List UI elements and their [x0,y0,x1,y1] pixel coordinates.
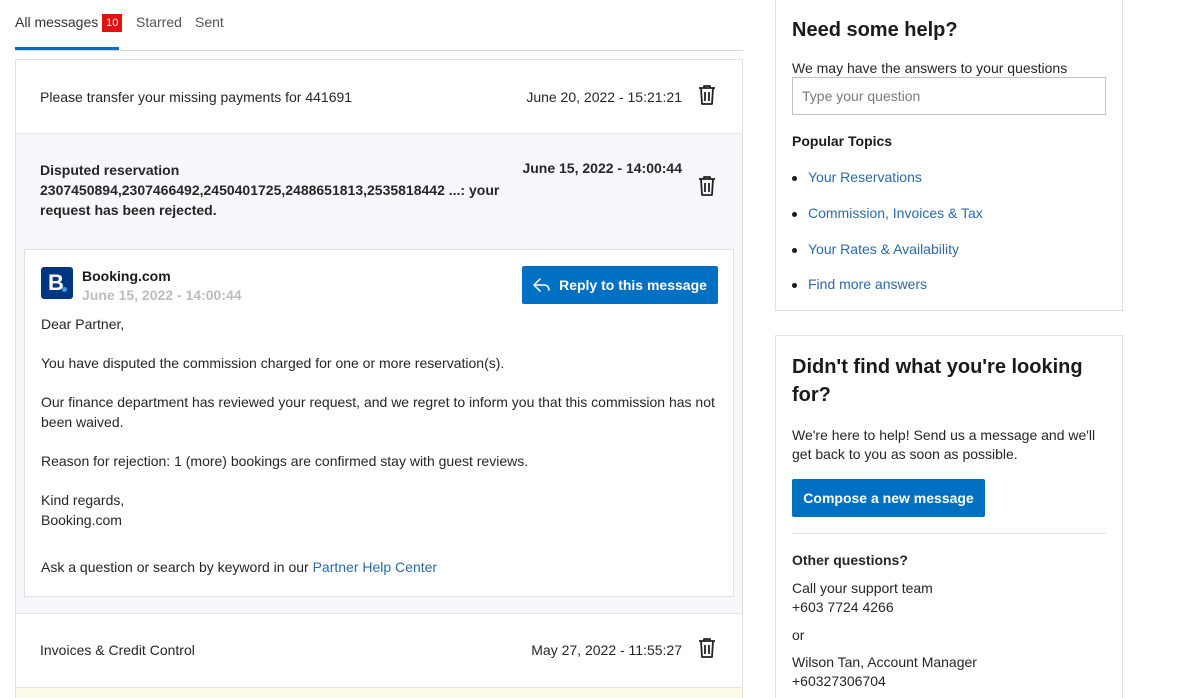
sign-off: Kind regards, [41,492,125,508]
help-title: Need some help? [792,19,958,41]
sign-off-name: Booking.com [41,512,122,528]
message-list: Please transfer your missing payments fo… [15,59,743,698]
topic-link-find-more[interactable]: Find more answers [791,276,927,292]
booking-logo: B [41,267,73,299]
trash-icon[interactable] [697,637,717,659]
popular-topics-title: Popular Topics [792,133,893,149]
compose-message-button[interactable]: Compose a new message [792,479,985,517]
message-subject[interactable]: Disputed reservation 2307450894,23074664… [40,160,510,220]
message-body-card: B Booking.com June 15, 2022 - 14:00:44 R… [24,249,734,597]
active-tab-indicator [15,47,119,50]
partner-help-center-link[interactable]: Partner Help Center [313,559,438,575]
message-row-expanded: Disputed reservation 2307450894,23074664… [16,134,742,614]
unread-count-badge: 10 [102,14,123,33]
reply-button-label: Reply to this message [559,277,707,293]
message-date: June 15, 2022 - 14:00:44 [522,160,682,176]
trash-icon[interactable] [697,175,717,197]
support-phone: +603 7724 4266 [792,599,894,615]
account-manager-phone: +60327306704 [792,673,886,689]
greeting: Dear Partner, [41,316,125,332]
tab-sent[interactable]: Sent [195,14,224,30]
message-row[interactable]: Invoices & Credit Control May 27, 2022 -… [16,614,742,688]
message-row[interactable] [16,688,742,698]
message-date: May 27, 2022 - 11:55:27 [531,642,682,658]
account-manager-name: Wilson Tan, Account Manager [792,654,977,670]
tab-all-messages[interactable]: All messages 10 [15,14,123,33]
trash-icon[interactable] [697,84,717,106]
help-panel: Need some help? We may have the answers … [775,0,1123,311]
topic-link-rates[interactable]: Your Rates & Availability [792,241,959,257]
sender-name: Booking.com [82,268,171,284]
divider [792,533,1106,534]
help-center-footer: Ask a question or search by keyword in o… [41,557,723,577]
other-questions-title: Other questions? [792,552,908,568]
contact-description: We're here to help! Send us a message an… [792,427,1096,462]
body-paragraph: You have disputed the commission charged… [41,355,505,371]
body-paragraph: Our finance department has reviewed your… [41,394,715,430]
message-date: June 20, 2022 - 15:21:21 [526,89,682,105]
tab-starred[interactable]: Starred [136,14,182,30]
footer-text: Ask a question or search by keyword in o… [41,559,313,575]
message-tabs: All messages 10 Starred Sent [15,0,743,51]
reply-button[interactable]: Reply to this message [522,266,718,304]
support-label: Call your support team [792,580,933,596]
tab-all-messages-label: All messages [15,14,99,30]
topic-link-commission[interactable]: Commission, Invoices & Tax [792,205,983,221]
contact-title: Didn't find what you're looking for? [792,356,1083,406]
help-subtitle: We may have the answers to your question… [792,60,1068,76]
sent-date: June 15, 2022 - 14:00:44 [82,287,242,303]
question-search-input[interactable] [792,77,1106,115]
message-subject: Please transfer your missing payments fo… [40,89,353,105]
topic-link-reservations[interactable]: Your Reservations [792,169,922,185]
or-separator: or [792,627,805,643]
message-row[interactable]: Please transfer your missing payments fo… [16,60,742,134]
body-paragraph: Reason for rejection: 1 (more) bookings … [41,453,529,469]
reply-icon [533,278,550,292]
message-subject: Invoices & Credit Control [40,642,195,658]
contact-panel: Didn't find what you're looking for? We'… [775,335,1123,698]
